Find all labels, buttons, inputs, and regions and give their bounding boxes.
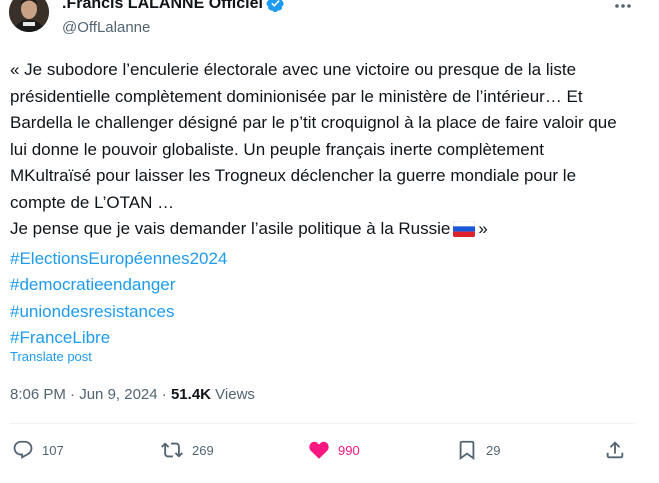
more-options-icon[interactable]	[613, 0, 633, 16]
author-handle[interactable]: @OffLalanne	[62, 19, 150, 36]
meta-separator: ·	[70, 386, 76, 403]
reply-icon	[13, 440, 33, 459]
repost-button[interactable]: 269	[160, 430, 214, 470]
repost-icon	[161, 442, 183, 458]
meta-separator: ·	[161, 386, 167, 403]
tweet-time[interactable]: 8:06 PM	[10, 386, 66, 403]
like-count: 990	[338, 442, 360, 458]
tweet-text-line: Je pense que je vais demander l’asile po…	[10, 219, 451, 238]
hashtag-link[interactable]: #FranceLibre	[10, 325, 620, 352]
avatar[interactable]	[9, 0, 49, 32]
translate-post-link[interactable]: Translate post	[10, 349, 92, 364]
repost-count: 269	[192, 442, 214, 458]
author-display-name[interactable]: .Francis LALANNE Officiel	[62, 0, 263, 13]
share-button[interactable]	[604, 430, 626, 470]
author-name-row: .Francis LALANNE Officiel	[62, 0, 285, 13]
tweet-body: « Je subodore l’enculerie électorale ave…	[10, 57, 620, 352]
tweet-meta: 8:06 PM · Jun 9, 2024 · 51.4K Views	[10, 386, 255, 403]
bookmark-icon	[459, 440, 475, 461]
hashtag-link[interactable]: #democratieendanger	[10, 272, 620, 299]
tweet-date[interactable]: Jun 9, 2024	[79, 386, 157, 403]
tweet-paragraph: « Je subodore l’enculerie électorale ave…	[10, 60, 617, 212]
reply-button[interactable]: 107	[12, 430, 64, 470]
share-icon	[606, 441, 624, 459]
hashtag-link[interactable]: #uniondesresistances	[10, 299, 620, 326]
tweet-header: .Francis LALANNE Officiel @OffLalanne	[0, 0, 659, 50]
tweet-paragraph: Je pense que je vais demander l’asile po…	[10, 216, 620, 246]
bookmark-button[interactable]: 29	[456, 430, 500, 470]
views-count: 51.4K	[170, 386, 211, 403]
views-label: Views	[215, 386, 255, 403]
closing-quote: »	[478, 219, 488, 238]
action-bar: 107 269 990 29	[0, 430, 659, 474]
reply-count: 107	[42, 442, 64, 458]
like-button[interactable]: 990	[308, 430, 360, 470]
russia-flag-icon	[453, 219, 476, 246]
divider	[10, 423, 635, 424]
bookmark-count: 29	[486, 442, 501, 458]
heart-filled-icon	[309, 441, 329, 459]
verified-badge-icon[interactable]	[266, 0, 285, 13]
hashtag-link[interactable]: #ElectionsEuropéennes2024	[10, 246, 620, 273]
